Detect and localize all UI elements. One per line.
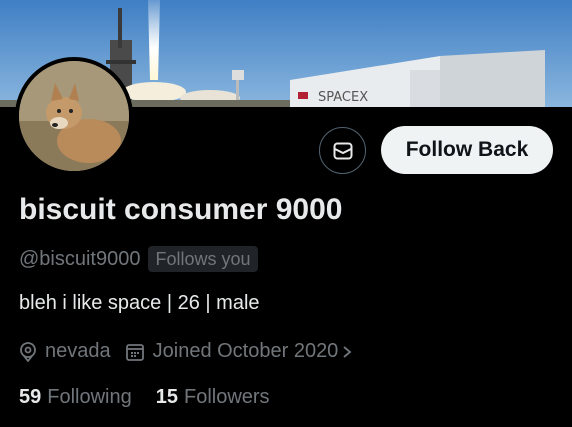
- followers-count: 15: [155, 386, 178, 408]
- follow-back-button[interactable]: Follow Back: [381, 126, 553, 174]
- message-button[interactable]: [319, 127, 366, 174]
- spacex-logo-text: SPACEX: [318, 90, 368, 105]
- profile-bio: bleh i like space | 26 | male: [19, 292, 260, 314]
- following-label: Following: [47, 386, 132, 408]
- followers-label: Followers: [183, 386, 270, 408]
- coyote-avatar-image: [19, 61, 129, 171]
- follow-stats: 59 Following 15 Followers: [19, 386, 294, 409]
- followers-link[interactable]: 15 Followers: [156, 386, 270, 409]
- joined-item[interactable]: Joined October 2020: [125, 340, 355, 363]
- calendar-icon: [125, 342, 145, 362]
- display-name: biscuit consumer 9000: [19, 193, 343, 226]
- location-item: nevada: [19, 340, 111, 363]
- follows-you-badge: Follows you: [148, 246, 258, 272]
- chevron-right-icon: [340, 344, 354, 360]
- avatar[interactable]: [15, 57, 133, 175]
- user-handle: @biscuit9000: [19, 247, 141, 270]
- location-pin-icon: [19, 341, 37, 362]
- joined-text: Joined October 2020: [152, 340, 339, 362]
- handle-row: @biscuit9000 Follows you: [19, 246, 258, 272]
- profile-meta: nevada Joined October 2020: [19, 340, 368, 363]
- following-count: 59: [19, 386, 42, 408]
- envelope-icon: [333, 142, 352, 159]
- following-link[interactable]: 59 Following: [19, 386, 132, 409]
- location-text: nevada: [45, 340, 111, 362]
